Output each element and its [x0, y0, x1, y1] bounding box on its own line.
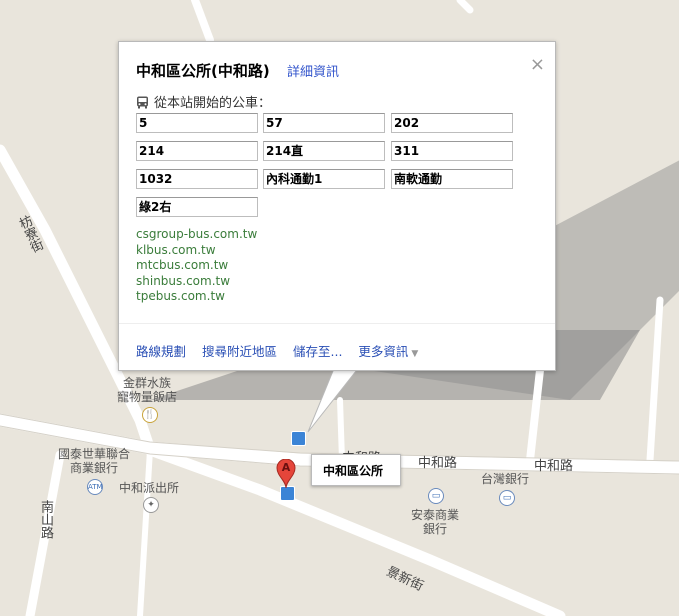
save-to-link[interactable]: 儲存至... [293, 344, 342, 359]
route-box[interactable]: 綠2右 [136, 197, 258, 217]
route-box[interactable]: 內科通勤1 [263, 169, 385, 189]
bus-icon [137, 96, 148, 109]
info-window: 中和區公所(中和路) 詳細資訊 × 從本站開始的公車： 5 57 202 214… [118, 41, 556, 371]
operator-link[interactable]: csgroup-bus.com.tw [136, 227, 257, 243]
poi-label-bank-cathay: 國泰世華聯合 商業銀行 [58, 447, 131, 475]
chevron-down-icon: ▼ [411, 349, 419, 359]
poi-label-police: 中和派出所 [119, 481, 180, 495]
bank-icon-antai[interactable]: ▭ [428, 488, 444, 504]
more-info-label: 更多資訊 [358, 344, 409, 359]
poi-label-bank-antai: 安泰商業 銀行 [411, 508, 460, 536]
route-box[interactable]: 5 [136, 113, 258, 133]
close-icon[interactable]: × [530, 54, 545, 75]
details-link[interactable]: 詳細資訊 [287, 61, 339, 80]
poi-label-bank-taiwan: 台灣銀行 [481, 472, 530, 486]
atm-icon[interactable]: ATM [87, 479, 103, 495]
route-box[interactable]: 1032 [136, 169, 258, 189]
police-icon[interactable]: ✦ [143, 497, 159, 513]
popup-tail [307, 366, 361, 433]
operator-link[interactable]: shinbus.com.tw [136, 274, 257, 290]
route-box[interactable]: 南軟通勤 [391, 169, 513, 189]
route-box[interactable]: 214 [136, 141, 258, 161]
street-label-zhonghe-3: 中和路 [534, 459, 574, 474]
bus-stop-icon[interactable] [291, 431, 306, 446]
route-box[interactable]: 311 [391, 141, 513, 161]
more-info-link[interactable]: 更多資訊 ▼ [358, 344, 430, 359]
operator-link[interactable]: klbus.com.tw [136, 243, 257, 259]
bus-routes-heading-text: 從本站開始的公車： [154, 96, 272, 111]
popup-actions: 路線規劃 搜尋附近地區 儲存至... 更多資訊 ▼ [136, 341, 442, 360]
directions-link[interactable]: 路線規劃 [136, 344, 186, 359]
marker-tooltip: 中和區公所 [311, 454, 401, 486]
marker-letter: A [281, 461, 291, 474]
route-box[interactable]: 57 [263, 113, 385, 133]
poi-label-restaurant: 金群水族 寵物量飯店 [117, 376, 178, 404]
operator-link[interactable]: mtcbus.com.tw [136, 258, 257, 274]
street-label-nanshan: 南山路 [38, 500, 53, 539]
street-label-zhonghe-2: 中和路 [418, 456, 458, 471]
restaurant-icon[interactable]: 🍴 [142, 407, 158, 423]
operator-link[interactable]: tpebus.com.tw [136, 289, 257, 305]
bank-icon-taiwan[interactable]: ▭ [499, 490, 515, 506]
bus-routes-heading: 從本站開始的公車： [136, 92, 271, 111]
route-box[interactable]: 214直 [263, 141, 385, 161]
popup-title: 中和區公所(中和路) [136, 62, 270, 80]
operator-links: csgroup-bus.com.tw klbus.com.tw mtcbus.c… [136, 227, 257, 305]
route-box[interactable]: 202 [391, 113, 513, 133]
search-nearby-link[interactable]: 搜尋附近地區 [202, 344, 277, 359]
popup-divider [119, 323, 555, 324]
